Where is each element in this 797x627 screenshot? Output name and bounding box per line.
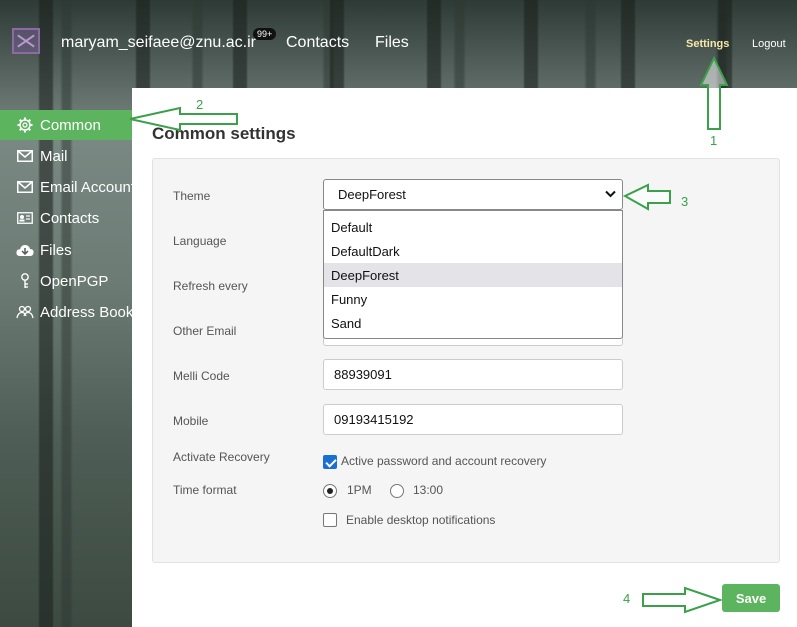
notifications-checkbox[interactable] [323, 513, 337, 527]
logout-link[interactable]: Logout [752, 38, 786, 50]
sidebar-item-contacts[interactable]: Contacts [0, 203, 132, 233]
refresh-label: Refresh every [173, 279, 248, 293]
other-email-label: Other Email [173, 324, 237, 338]
theme-option-sand[interactable]: Sand [324, 311, 622, 335]
melli-code-field[interactable]: 88939091 [323, 359, 623, 390]
sidebar-item-label: Email Accounts [40, 178, 132, 196]
annotation-number-1: 1 [710, 133, 718, 148]
page-title: Common settings [152, 124, 296, 143]
sidebar-item-label: Contacts [40, 209, 100, 227]
settings-sidebar: Common Mail Email Accounts Contacts File… [0, 110, 132, 627]
annotation-number-2: 2 [196, 97, 204, 112]
theme-dropdown-list: Default DefaultDark DeepForest Funny San… [323, 210, 623, 339]
top-header: maryam_seifaee@znu.ac.ir 99+ Contacts Fi… [0, 0, 797, 88]
language-label: Language [173, 234, 227, 248]
theme-option-defaultdark[interactable]: DefaultDark [324, 239, 622, 263]
sidebar-item-common[interactable]: Common [0, 110, 132, 140]
cloud-download-icon [16, 242, 34, 258]
app-logo-icon[interactable] [12, 28, 40, 54]
sidebar-item-label: OpenPGP [40, 272, 109, 290]
notifications-checkbox-label[interactable]: Enable desktop notifications [346, 513, 495, 527]
sidebar-item-files[interactable]: Files [0, 235, 132, 265]
save-button[interactable]: Save [722, 584, 780, 612]
recovery-checkbox-label[interactable]: Active password and account recovery [341, 454, 546, 468]
settings-main-panel: Common settings Theme DeepForest Default… [132, 88, 797, 627]
key-icon [16, 273, 34, 289]
annotation-number-3: 3 [681, 194, 689, 209]
sidebar-item-label: Mail [40, 147, 68, 165]
time-format-label: Time format [173, 483, 237, 497]
recovery-checkbox[interactable] [323, 455, 337, 469]
chevron-down-icon [605, 189, 616, 201]
time-format-option-1300[interactable]: 13:00 [413, 483, 443, 497]
gear-icon [16, 117, 34, 133]
theme-option-funny[interactable]: Funny [324, 287, 622, 311]
theme-select[interactable]: DeepForest [323, 179, 623, 210]
envelope-icon [16, 148, 34, 164]
sidebar-item-label: Files [40, 241, 72, 259]
envelope-icon [16, 179, 34, 195]
nav-contacts[interactable]: Contacts [286, 34, 349, 52]
annotation-number-4: 4 [623, 591, 631, 606]
notification-badge: 99+ [253, 28, 277, 40]
theme-option-default[interactable]: Default [324, 215, 622, 239]
sidebar-item-openpgp[interactable]: OpenPGP [0, 266, 132, 296]
mobile-label: Mobile [173, 414, 209, 428]
sidebar-item-address-book[interactable]: Address Book [0, 297, 132, 327]
time-format-radio-1pm[interactable] [323, 484, 337, 498]
contact-card-icon [16, 210, 34, 226]
settings-link[interactable]: Settings [686, 38, 729, 50]
settings-form: Theme DeepForest Default DefaultDark Dee… [152, 158, 780, 563]
theme-label: Theme [173, 189, 211, 203]
theme-option-deepforest[interactable]: DeepForest [324, 263, 622, 287]
sidebar-item-label: Address Book [40, 303, 132, 321]
time-format-radio-1300[interactable] [390, 484, 404, 498]
people-icon [16, 304, 34, 320]
time-format-option-1pm[interactable]: 1PM [347, 483, 372, 497]
sidebar-item-label: Common [40, 116, 101, 134]
mobile-field[interactable]: 09193415192 [323, 404, 623, 435]
sidebar-item-mail[interactable]: Mail [0, 141, 132, 171]
melli-code-label: Melli Code [173, 369, 230, 383]
theme-selected-value: DeepForest [338, 187, 406, 202]
sidebar-item-email-accounts[interactable]: Email Accounts [0, 172, 132, 202]
nav-files[interactable]: Files [375, 34, 409, 52]
user-email[interactable]: maryam_seifaee@znu.ac.ir [61, 34, 256, 52]
recovery-label: Activate Recovery [173, 450, 270, 464]
